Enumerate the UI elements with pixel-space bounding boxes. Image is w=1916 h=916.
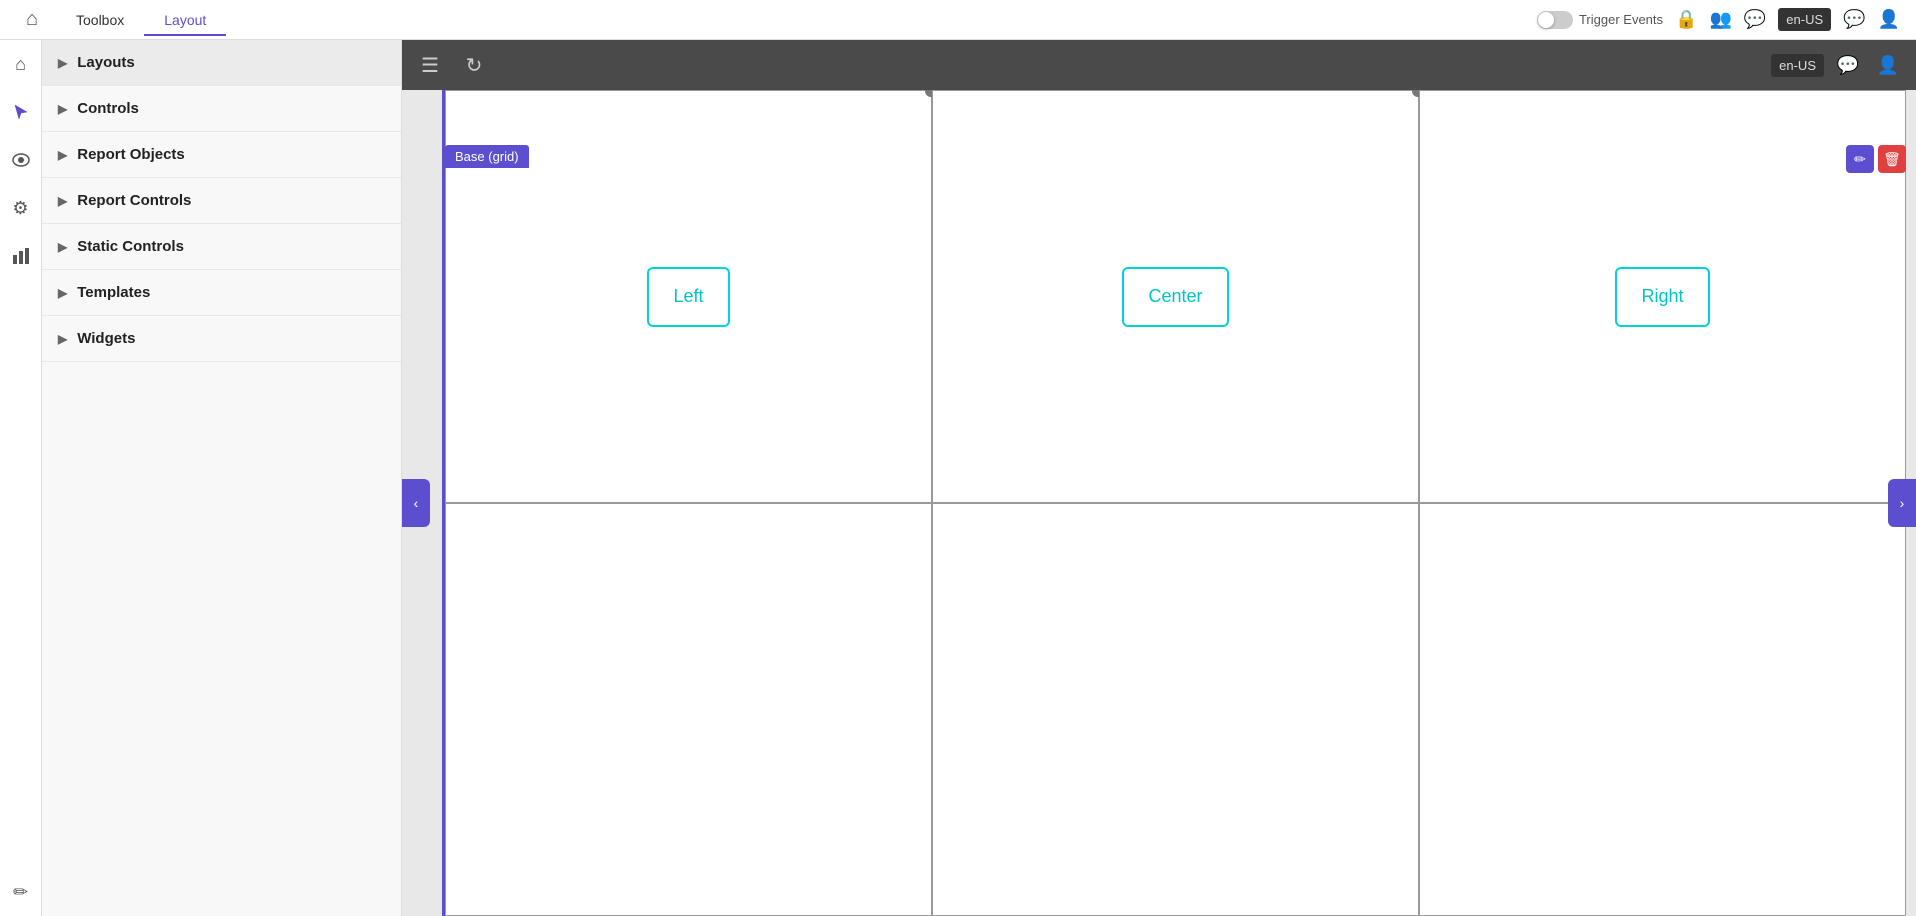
card-left[interactable]: Left	[647, 267, 729, 327]
collapse-left-button[interactable]: ‹	[402, 479, 430, 527]
cell-empty-2-2	[933, 504, 1418, 915]
rail-eye-icon[interactable]	[5, 144, 37, 176]
chevron-report-objects-icon: ▶	[58, 148, 67, 162]
collapse-right-icon: ›	[1900, 495, 1905, 511]
cell-content-right: Right	[1420, 91, 1905, 502]
tab-layout[interactable]: Layout	[144, 4, 226, 36]
sidebar-item-widgets-label: Widgets	[77, 330, 135, 347]
chevron-static-controls-icon: ▶	[58, 240, 67, 254]
trigger-events-toggle[interactable]: Trigger Events	[1537, 11, 1663, 29]
tab-toolbox[interactable]: Toolbox	[56, 4, 144, 36]
canvas-user-icon[interactable]: 👤	[1872, 49, 1904, 81]
chevron-templates-icon: ▶	[58, 286, 67, 300]
menu-icon[interactable]: ☰	[414, 49, 446, 81]
cell-empty-2-1	[446, 504, 931, 915]
chevron-layouts-icon: ▶	[58, 56, 67, 70]
delete-button[interactable]: 🗑	[1878, 145, 1906, 173]
collapse-left-icon: ‹	[414, 495, 419, 511]
canvas-toolbar-right: en-US 💬 👤	[1771, 49, 1904, 81]
lock-icon[interactable]: 🔒	[1675, 9, 1697, 30]
rail-pen-icon[interactable]: ✏	[5, 876, 37, 908]
chevron-widgets-icon: ▶	[58, 332, 67, 346]
chevron-report-controls-icon: ▶	[58, 194, 67, 208]
sidebar-item-templates[interactable]: ▶ Templates	[42, 270, 401, 316]
trigger-events-label: Trigger Events	[1579, 12, 1663, 27]
users-icon[interactable]: 👥	[1709, 9, 1731, 30]
rail-home-icon[interactable]: ⌂	[5, 48, 37, 80]
sidebar-item-templates-label: Templates	[77, 284, 150, 301]
icon-rail: ⌂ ⚙ ✏	[0, 40, 42, 916]
sidebar-item-report-objects[interactable]: ▶ Report Objects	[42, 132, 401, 178]
sidebar-item-static-controls[interactable]: ▶ Static Controls	[42, 224, 401, 270]
top-right-icons: ✏ 🗑	[1846, 145, 1906, 173]
card-center[interactable]: Center	[1122, 267, 1228, 327]
grid-cell-2-3	[1419, 503, 1906, 916]
chevron-controls-icon: ▶	[58, 102, 67, 116]
edit-button[interactable]: ✏	[1846, 145, 1874, 173]
chat-icon[interactable]: 💬	[1744, 9, 1766, 30]
sidebar-item-controls[interactable]: ▶ Controls	[42, 86, 401, 132]
main-area: ⌂ ⚙ ✏ ▶ Layouts ▶ Controls ▶ Report Obje…	[0, 40, 1916, 916]
lang-badge[interactable]: en-US	[1778, 8, 1831, 31]
sidebar-item-controls-label: Controls	[77, 100, 139, 117]
sidebar-item-report-controls[interactable]: ▶ Report Controls	[42, 178, 401, 224]
grid-container: Left Center	[442, 90, 1906, 916]
canvas-toolbar: ☰ ↻ en-US 💬 👤	[402, 40, 1916, 90]
base-label: Base (grid)	[445, 145, 529, 168]
toggle-knob	[1538, 12, 1554, 28]
rail-pointer-icon[interactable]	[5, 96, 37, 128]
grid-cell-1-3: Right	[1419, 90, 1906, 503]
sidebar-item-layouts[interactable]: ▶ Layouts	[42, 40, 401, 86]
grid-cell-2-1	[445, 503, 932, 916]
sidebar-item-report-controls-label: Report Controls	[77, 192, 191, 209]
user-icon[interactable]: 👤	[1878, 9, 1900, 30]
canvas-lang-badge[interactable]: en-US	[1771, 54, 1824, 77]
toolbox-sidebar: ▶ Layouts ▶ Controls ▶ Report Objects ▶ …	[42, 40, 402, 916]
home-icon[interactable]: ⌂	[16, 4, 48, 36]
cell-content-center: Center	[933, 91, 1418, 502]
sidebar-item-report-objects-label: Report Objects	[77, 146, 185, 163]
top-nav: ⌂ Toolbox Layout Trigger Events 🔒 👥 💬 en…	[0, 0, 1916, 40]
nav-right: Trigger Events 🔒 👥 💬 en-US 💬 👤	[1537, 8, 1900, 31]
canvas-grid: Base (grid) ✏ 🗑 ‹ ›	[402, 90, 1916, 916]
sidebar-item-static-controls-label: Static Controls	[77, 238, 184, 255]
collapse-right-button[interactable]: ›	[1888, 479, 1916, 527]
nav-tabs: Toolbox Layout	[56, 4, 226, 36]
refresh-icon[interactable]: ↻	[458, 49, 490, 81]
card-right[interactable]: Right	[1615, 267, 1709, 327]
rail-chart-icon[interactable]	[5, 240, 37, 272]
rail-settings-icon[interactable]: ⚙	[5, 192, 37, 224]
canvas-area: ☰ ↻ en-US 💬 👤 Base (grid) ✏ 🗑 ‹	[402, 40, 1916, 916]
canvas-chat-icon[interactable]: 💬	[1832, 49, 1864, 81]
grid-cell-1-2: Center	[932, 90, 1419, 503]
grid-cell-2-2	[932, 503, 1419, 916]
toggle-switch[interactable]	[1537, 11, 1573, 29]
chat2-icon[interactable]: 💬	[1843, 9, 1865, 30]
sidebar-item-layouts-label: Layouts	[77, 54, 135, 71]
sidebar-item-widgets[interactable]: ▶ Widgets	[42, 316, 401, 362]
cell-empty-2-3	[1420, 504, 1905, 915]
